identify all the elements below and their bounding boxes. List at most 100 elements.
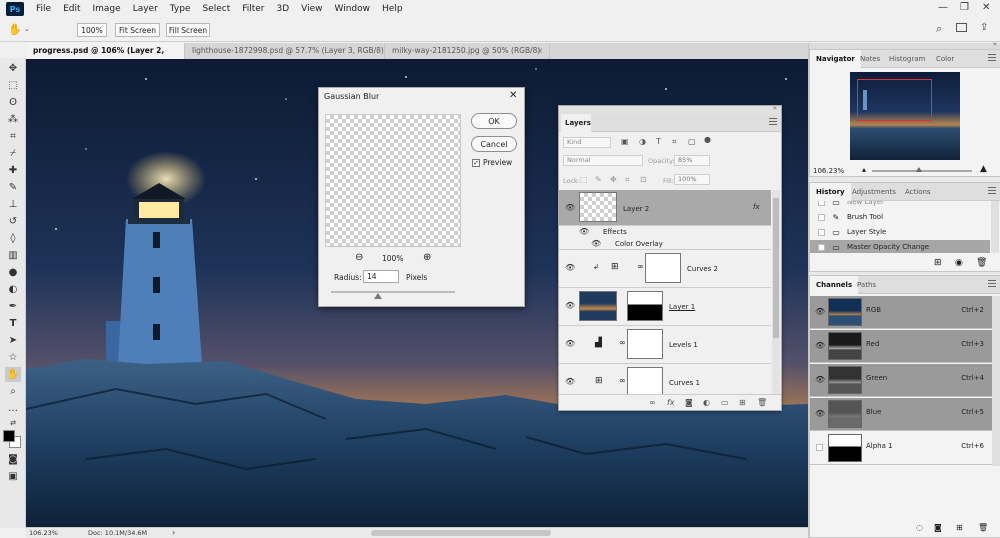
snapshot-box[interactable]	[818, 201, 825, 206]
lock-all-icon[interactable]: ⊡	[640, 175, 647, 184]
tab-layers[interactable]: Layers	[561, 114, 591, 132]
visibility-eye-icon[interactable]: 👁	[815, 375, 825, 384]
quick-mask-icon[interactable]: ◙	[5, 452, 21, 467]
close-window-button[interactable]: ✕	[982, 2, 990, 13]
eyedropper-tool-icon[interactable]: ⌿	[5, 146, 21, 161]
navigator-zoom-slider[interactable]	[872, 170, 972, 172]
layer-effect-color-overlay[interactable]: 👁 Color Overlay	[559, 238, 771, 250]
menu-file[interactable]: File	[30, 4, 57, 14]
brush-tool-icon[interactable]: ✎	[5, 180, 21, 195]
delete-layer-icon[interactable]: 🗑	[757, 398, 767, 407]
layer-row-levels-1[interactable]: 👁 ▟ ∞ Levels 1	[559, 326, 771, 364]
color-overlay-eye-icon[interactable]: 👁	[591, 239, 601, 248]
load-selection-icon[interactable]: ◌	[916, 523, 923, 532]
delete-state-icon[interactable]: 🗑	[976, 258, 987, 268]
crop-tool-icon[interactable]: ⌗	[5, 129, 21, 144]
visibility-eye-icon[interactable]: 👁	[565, 301, 575, 310]
radius-slider-track[interactable]	[331, 291, 455, 293]
visibility-eye-icon[interactable]: 👁	[815, 409, 825, 418]
visibility-eye-icon[interactable]: 👁	[815, 307, 825, 316]
menu-filter[interactable]: Filter	[236, 4, 270, 14]
preview-checkbox[interactable]: ✓	[472, 159, 480, 167]
cancel-button[interactable]: Cancel	[471, 136, 517, 152]
filter-pixel-icon[interactable]: ▣	[621, 137, 629, 146]
layer-effects-row[interactable]: 👁 Effects	[559, 226, 771, 238]
layer-list-scrollbar[interactable]	[772, 190, 780, 394]
new-channel-icon[interactable]: ⊞	[956, 523, 963, 532]
history-item[interactable]: ▭ Layer Style	[810, 225, 990, 240]
menu-edit[interactable]: Edit	[57, 4, 86, 14]
channel-row-alpha-1[interactable]: Alpha 1 Ctrl+6	[810, 432, 1000, 465]
tab-progress[interactable]: progress.psd @ 106% (Layer 2, RGB/8) * ×	[26, 43, 185, 71]
search-icon[interactable]: ⌕	[936, 22, 942, 36]
path-select-tool-icon[interactable]: ➤	[5, 333, 21, 348]
tab-color[interactable]: Color	[930, 50, 960, 68]
history-item-current[interactable]: ▭ Master Opacity Change	[810, 240, 990, 253]
scrollbar-thumb[interactable]	[773, 198, 779, 338]
channels-menu-icon[interactable]	[988, 280, 996, 288]
snapshot-box[interactable]	[818, 214, 825, 221]
tab-lighthouse[interactable]: lighthouse-1872998.psd @ 57.7% (Layer 3,…	[185, 43, 385, 71]
snapshot-box[interactable]	[818, 229, 825, 236]
hand-tool-icon[interactable]: ✋	[5, 367, 21, 382]
share-icon[interactable]: ⇪	[980, 22, 988, 33]
zoom-100-button[interactable]: 100%	[77, 23, 107, 37]
minimize-button[interactable]: —	[938, 2, 948, 13]
blur-tool-icon[interactable]: ●	[5, 265, 21, 280]
channel-row-rgb[interactable]: 👁 RGB Ctrl+2	[810, 296, 1000, 329]
filter-kind-select[interactable]: Kind	[563, 137, 611, 148]
screen-mode-icon[interactable]: ▣	[5, 469, 21, 484]
effects-eye-icon[interactable]: 👁	[579, 227, 589, 236]
shape-tool-icon[interactable]: ☆	[5, 350, 21, 365]
tab-milky-way[interactable]: milky-way-2181250.jpg @ 50% (RGB/8) ×	[385, 43, 550, 59]
zoom-out-icon[interactable]: ⊖	[355, 252, 363, 263]
visibility-eye-icon[interactable]: 👁	[565, 203, 575, 212]
close-dialog-icon[interactable]: ✕	[509, 90, 517, 101]
horizontal-scrollbar[interactable]	[371, 530, 551, 536]
fill-screen-button[interactable]: Fill Screen	[166, 23, 210, 37]
lock-transparent-icon[interactable]: ⬚	[580, 175, 588, 184]
fx-icon[interactable]: fx	[753, 203, 760, 211]
gradient-tool-icon[interactable]: ▥	[5, 248, 21, 263]
panel-grip[interactable]: «	[559, 104, 781, 114]
new-group-icon[interactable]: ▭	[721, 398, 729, 407]
lock-position-icon[interactable]: ✥	[610, 175, 617, 184]
menu-image[interactable]: Image	[87, 4, 127, 14]
layer-row-layer-1[interactable]: 👁 Layer 1	[559, 288, 771, 326]
chain-link-icon[interactable]: ∞	[619, 376, 626, 385]
view-box[interactable]	[857, 79, 932, 121]
lasso-tool-icon[interactable]: ʘ	[5, 95, 21, 110]
history-scrollbar[interactable]	[991, 201, 999, 253]
history-item[interactable]: ▭ New Layer	[810, 201, 990, 210]
zoom-out-small-icon[interactable]: ▴	[862, 165, 866, 174]
navigator-slider-thumb[interactable]	[916, 167, 922, 172]
filter-shape-icon[interactable]: ⌗	[672, 137, 677, 147]
chain-link-icon[interactable]: ∞	[619, 338, 626, 347]
tab-notes[interactable]: Notes	[854, 50, 886, 68]
preview-area[interactable]	[325, 114, 461, 247]
filter-type-icon[interactable]: T	[656, 137, 661, 146]
tab-actions[interactable]: Actions	[899, 183, 937, 201]
move-tool-icon[interactable]: ✥	[5, 61, 21, 76]
clone-stamp-tool-icon[interactable]: ⊥	[5, 197, 21, 212]
filter-smart-object-icon[interactable]: ▢	[688, 137, 696, 146]
navigator-menu-icon[interactable]	[988, 54, 996, 62]
opacity-input[interactable]: 85%	[674, 155, 710, 166]
pen-tool-icon[interactable]: ✒	[5, 299, 21, 314]
channel-row-blue[interactable]: 👁 Blue Ctrl+5	[810, 398, 1000, 431]
save-selection-icon[interactable]: ◙	[934, 523, 942, 532]
fit-screen-button[interactable]: Fit Screen	[115, 23, 160, 37]
navigator-zoom[interactable]: 106.23%	[813, 167, 844, 175]
layer-row-curves-2[interactable]: 👁 ↲ ⊞ ∞ Curves 2	[559, 250, 771, 288]
hand-tool-icon[interactable]: ✋	[8, 23, 22, 36]
tab-adjustments[interactable]: Adjustments	[846, 183, 902, 201]
restore-button[interactable]: ❐	[960, 2, 969, 13]
close-tab-icon[interactable]: ×	[537, 43, 543, 59]
menu-window[interactable]: Window	[329, 4, 377, 14]
eraser-tool-icon[interactable]: ◊	[5, 231, 21, 246]
channel-row-red[interactable]: 👁 Red Ctrl+3	[810, 330, 1000, 363]
lock-image-icon[interactable]: ✎	[595, 175, 602, 184]
lock-artboard-icon[interactable]: ⌗	[625, 175, 630, 185]
fill-input[interactable]: 100%	[674, 174, 710, 185]
dodge-tool-icon[interactable]: ◐	[5, 282, 21, 297]
